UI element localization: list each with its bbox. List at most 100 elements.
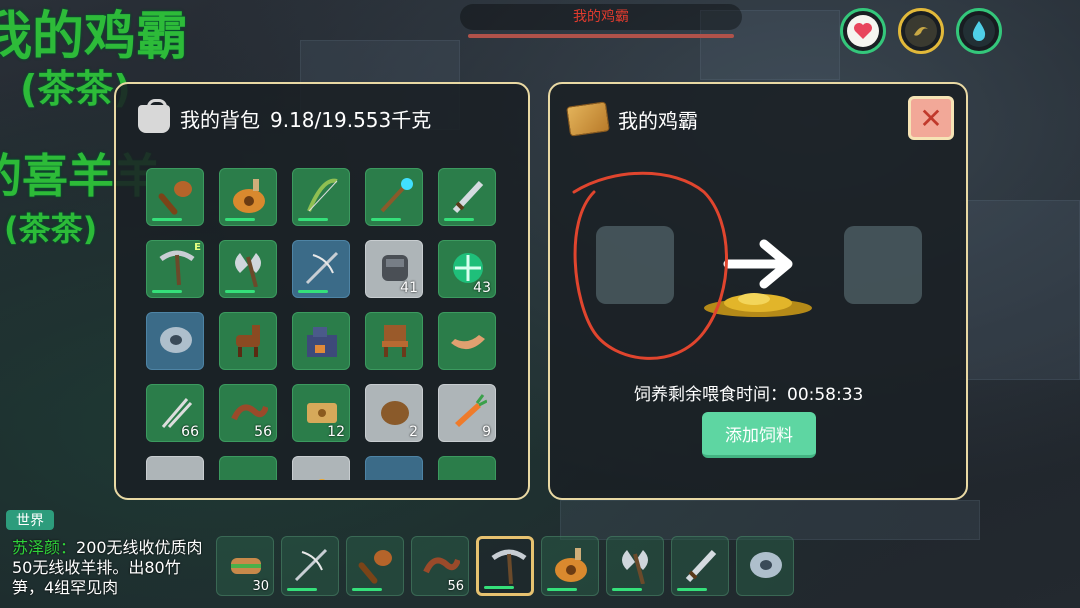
backpack-slot-rope[interactable]: 56: [219, 384, 277, 442]
gourd-bag-icon: [233, 179, 265, 213]
durability-bar: [352, 588, 382, 591]
item-count: 66: [181, 424, 199, 440]
hotbar-slot-sword[interactable]: [671, 536, 729, 596]
gourd-bag-icon: [555, 548, 587, 582]
backpack-slot-bow[interactable]: [292, 168, 350, 226]
hotbar-slot-crossbow[interactable]: [281, 536, 339, 596]
backpack-slot-club[interactable]: [146, 168, 204, 226]
durability-bar: [225, 290, 255, 293]
backpack-slot-chair[interactable]: [365, 312, 423, 370]
bow-icon: [307, 178, 338, 212]
durability-bar: [371, 218, 401, 221]
backpack-slot-horse[interactable]: [219, 312, 277, 370]
equipped-tag: E: [194, 242, 201, 253]
hotbar-slot-club[interactable]: [346, 536, 404, 596]
backpack-slot-food-1[interactable]: [146, 456, 204, 480]
durability-bar: [677, 588, 707, 591]
hotbar-slot-shield[interactable]: [736, 536, 794, 596]
item-count: 30: [252, 579, 269, 594]
horse-icon: [236, 325, 260, 357]
scenery-block: [560, 500, 980, 540]
target-name-label: 我的鸡霸: [460, 4, 742, 30]
backpack-slot-crossbow[interactable]: [292, 240, 350, 298]
pet-scroll-icon: [566, 101, 610, 137]
hotbar-slot-sandwich[interactable]: 30: [216, 536, 274, 596]
pickaxe-icon: [491, 549, 527, 585]
boat-icon: [451, 335, 485, 350]
pet-feeding-panel: 我的鸡霸 ✕ 饲养剩余喂食时间：00:58:33 添加饲料: [548, 82, 968, 500]
item-count: 43: [473, 280, 491, 296]
pet-nametag-owner: (茶茶): [4, 210, 98, 248]
backpack-slot-shield[interactable]: [146, 312, 204, 370]
backpack-slot-food-2[interactable]: [219, 456, 277, 480]
item-count: 2: [409, 424, 418, 440]
feed-output-slot[interactable]: [844, 226, 922, 304]
backpack-slot-arrows[interactable]: 66: [146, 384, 204, 442]
durability-bar: [225, 218, 255, 221]
stove-icon: [307, 327, 337, 357]
hunger-icon: [905, 15, 937, 47]
hotbar-slot-pickaxe[interactable]: [476, 536, 534, 596]
backpack-slot-carrot[interactable]: 9: [438, 384, 496, 442]
shield-icon: [160, 327, 192, 353]
backpack-slot-stone-ore[interactable]: 41: [365, 240, 423, 298]
durability-bar: [152, 218, 182, 221]
hotbar-slot-battle-axe[interactable]: [606, 536, 664, 596]
durability-bar: [298, 218, 328, 221]
durability-bar: [444, 218, 474, 221]
item-count: 41: [400, 280, 418, 296]
close-icon: ✕: [919, 101, 943, 135]
add-feed-button[interactable]: 添加饲料: [702, 412, 816, 458]
backpack-slot-scroll[interactable]: 12: [292, 384, 350, 442]
backpack-slot-boat[interactable]: [438, 312, 496, 370]
backpack-panel: 我的背包 9.18/19.553千克 E 41 43 66 56 12 2 9: [114, 82, 530, 500]
shield-icon: [750, 552, 782, 578]
backpack-slot-bread[interactable]: [365, 456, 423, 480]
backpack-slot-sword[interactable]: [438, 168, 496, 226]
chat-channel-tab[interactable]: 世界: [6, 510, 54, 530]
sword-icon: [685, 549, 717, 583]
backpack-title: 我的背包: [180, 108, 260, 132]
scenery-block: [960, 200, 1080, 380]
backpack-grid[interactable]: E 41 43 66 56 12 2 9: [146, 168, 500, 480]
close-button[interactable]: ✕: [908, 96, 954, 140]
backpack-header: 我的背包 9.18/19.553千克: [138, 98, 432, 133]
pie-icon: [449, 465, 487, 480]
backpack-slot-potato[interactable]: 2: [365, 384, 423, 442]
egg-icon: [318, 479, 326, 480]
target-health-bar: [468, 34, 734, 38]
sword-icon: [452, 180, 484, 214]
backpack-slot-magic-staff[interactable]: [365, 168, 423, 226]
feed-time-remaining: 饲养剩余喂食时间：00:58:33: [634, 385, 864, 405]
item-count: 12: [327, 424, 345, 440]
hotbar-slot-rope[interactable]: 56: [411, 536, 469, 596]
food-2-icon: [230, 465, 268, 480]
hotbar-slot-gourd-bag[interactable]: [541, 536, 599, 596]
backpack-slot-battle-axe[interactable]: [219, 240, 277, 298]
crossbow-icon: [305, 251, 339, 285]
backpack-slot-gourd-bag[interactable]: [219, 168, 277, 226]
pet-panel-title: 我的鸡霸: [618, 108, 698, 133]
chat-sender: 苏泽颜：: [12, 538, 77, 557]
chat-message: 苏泽颜：200无线收优质肉50无线收羊排。出80竹笋，4组罕见肉: [12, 538, 208, 598]
durability-bar: [152, 290, 182, 293]
backpack-slot-pickaxe[interactable]: E: [146, 240, 204, 298]
water-drop-icon: [963, 15, 995, 47]
annotation-circle: [572, 171, 728, 360]
backpack-slot-stove[interactable]: [292, 312, 350, 370]
durability-bar: [298, 290, 328, 293]
backpack-slot-pie[interactable]: [438, 456, 496, 480]
backpack-weight: 9.18/19.553千克: [270, 108, 432, 132]
club-icon: [358, 550, 392, 584]
backpack-slot-green-orb[interactable]: 43: [438, 240, 496, 298]
hotbar: 30 56: [216, 536, 798, 598]
item-count: 9: [482, 424, 491, 440]
backpack-icon: [138, 98, 170, 133]
pet-panel-header: 我的鸡霸: [566, 101, 698, 137]
thirst-status: [956, 8, 1002, 54]
food-1-icon: [157, 465, 195, 480]
club-icon: [158, 181, 192, 215]
backpack-slot-egg[interactable]: [292, 456, 350, 480]
crossbow-icon: [294, 548, 328, 582]
chair-icon: [382, 325, 408, 357]
